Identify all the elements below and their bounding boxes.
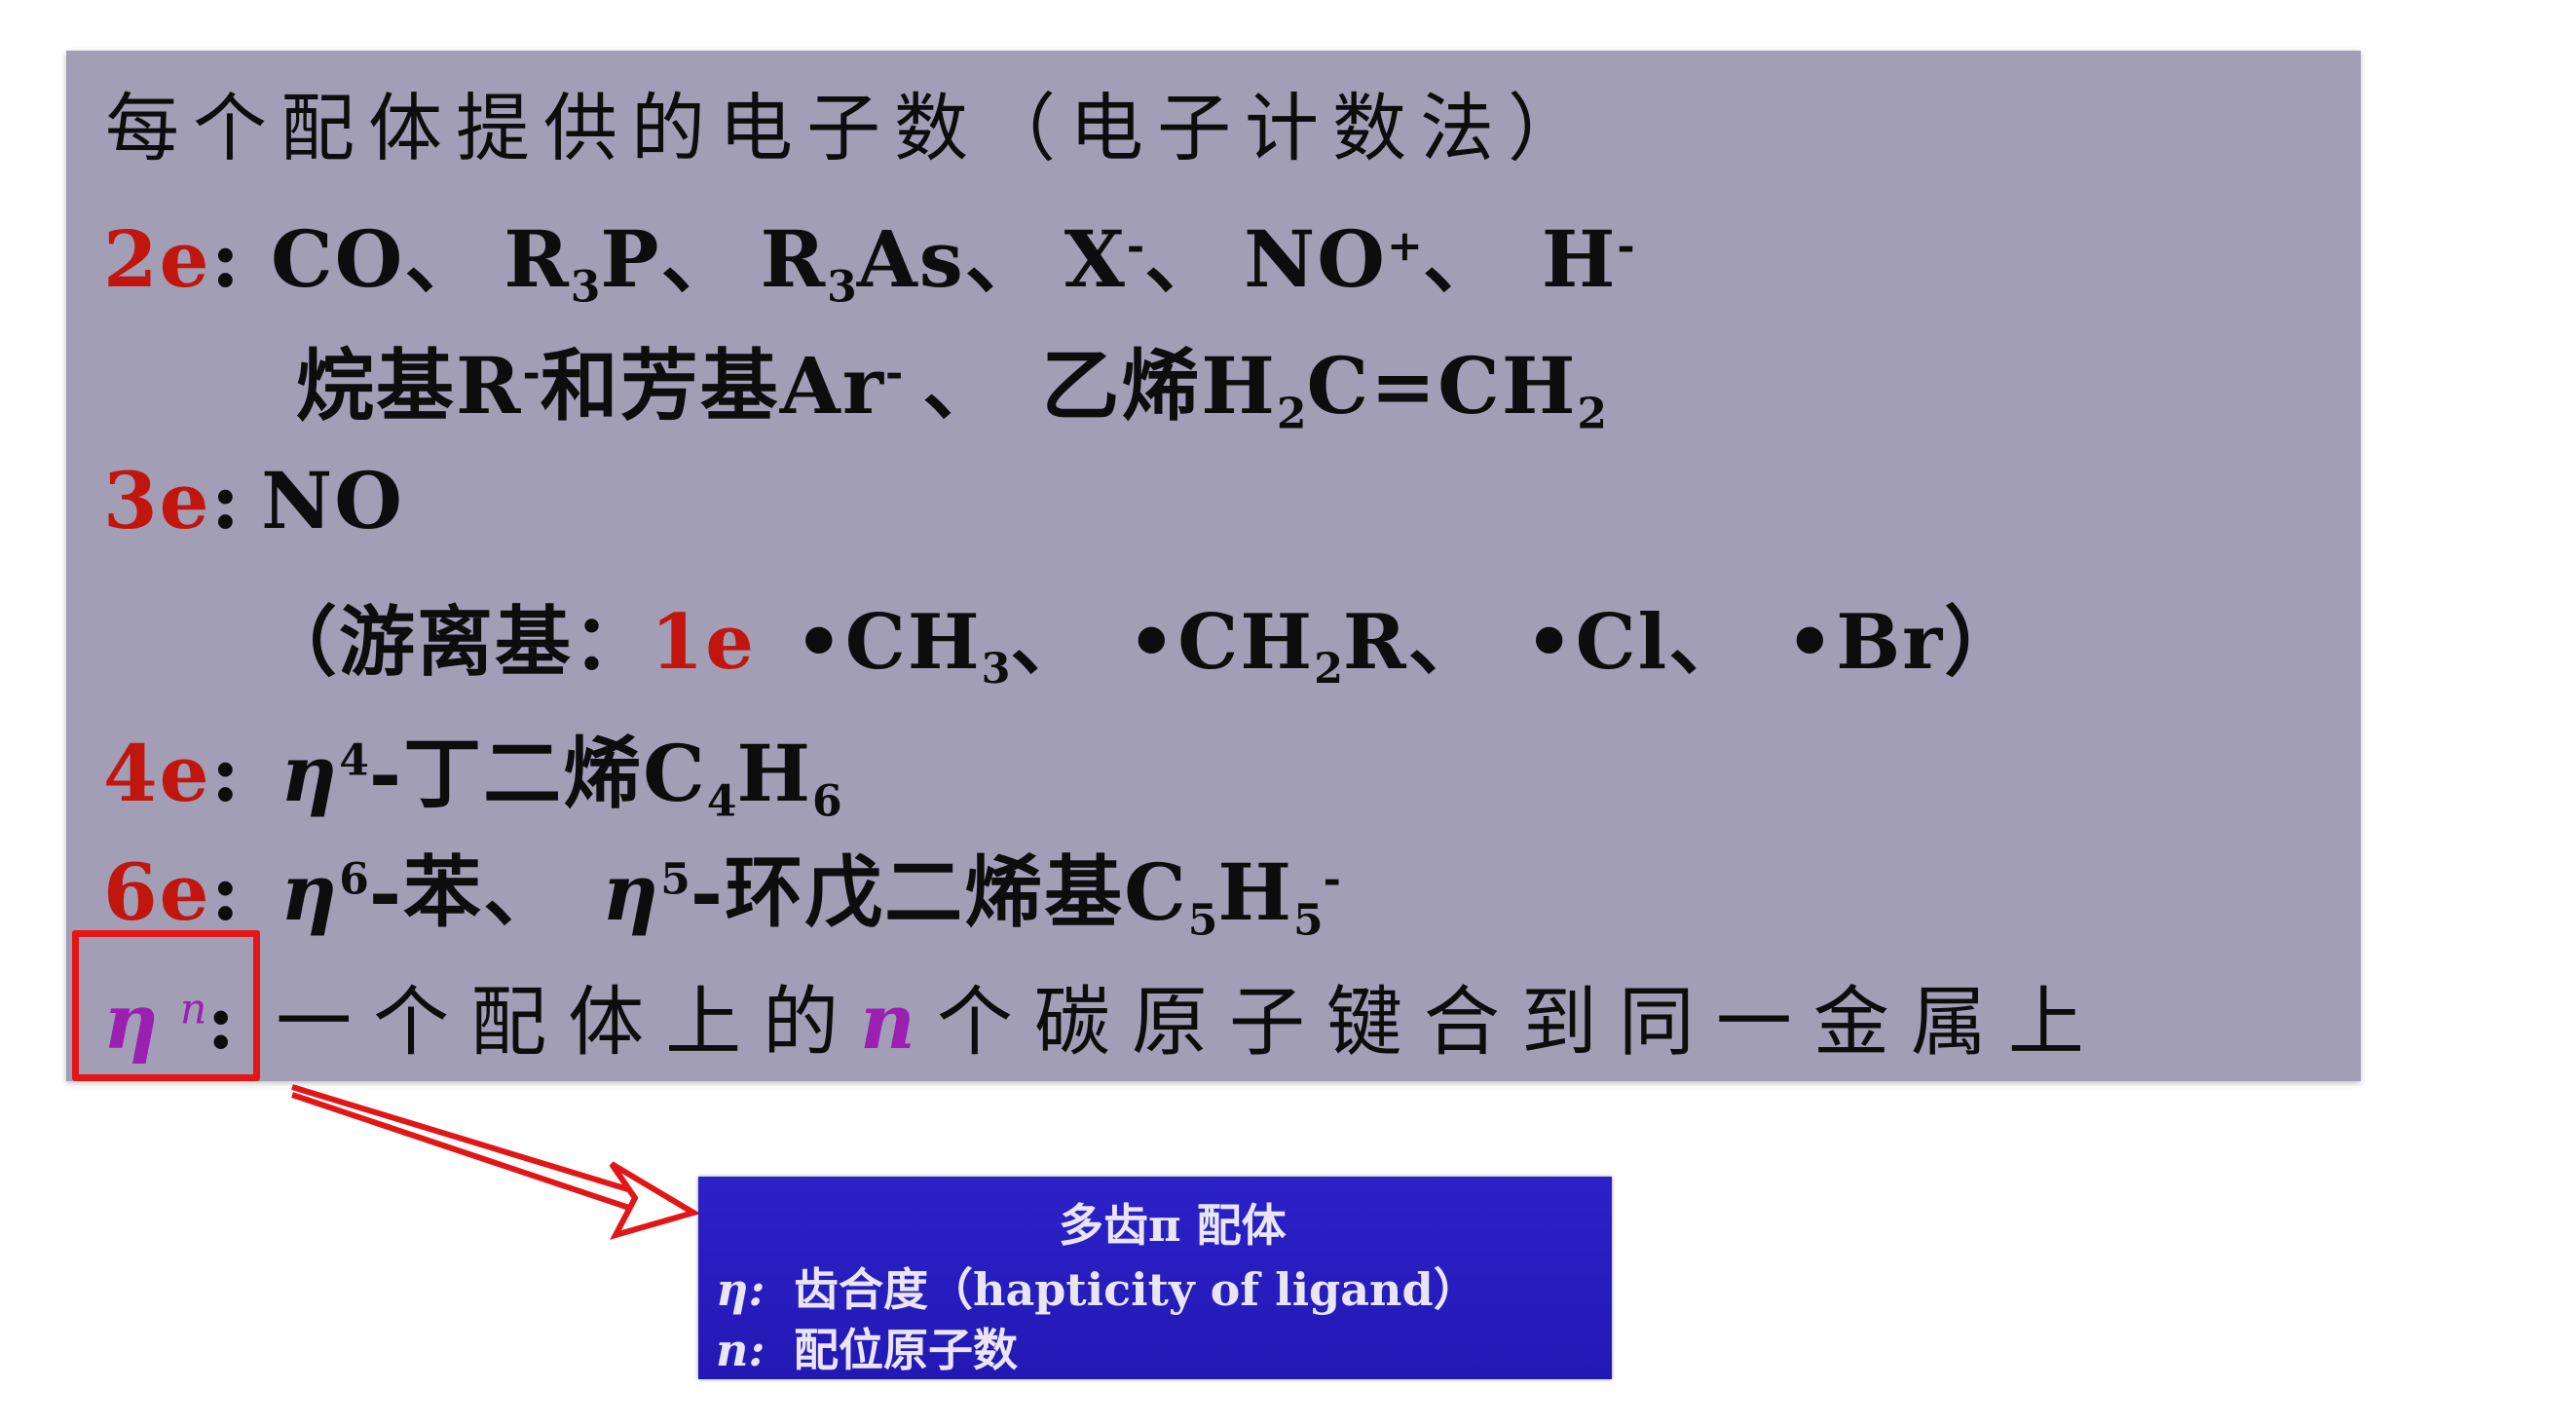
colon: : (210, 213, 243, 305)
radical-ch3: •CH3 (794, 598, 1011, 694)
separator: 、 (1144, 213, 1225, 305)
alkyl-text: 烷基R (296, 340, 523, 431)
radical-ch2r: •CH2R (1127, 598, 1408, 694)
n-variable: n (860, 978, 937, 1067)
separator: 、 (1668, 598, 1747, 687)
info-callout-box: 多齿π 配体 η: 齿合度（hapticity of ligand） n: 配位原子… (698, 1177, 1612, 1379)
aryl-text: 和芳基Ar (540, 340, 885, 431)
eta-symbol: η (280, 846, 340, 938)
highlight-box (72, 930, 260, 1081)
butadiene-text: -丁二烯C (368, 728, 707, 819)
radical-close: ） (1944, 598, 2023, 687)
hapticity-definition: 齿合度（hapticity of ligand） (794, 1263, 1478, 1316)
cp-sub1: 5 (1187, 895, 1218, 946)
row-radicals: （游离基：1e •CH3、 •CH2R、 •Cl、 •Br） (261, 581, 2022, 694)
lecture-slide: 每个配体提供的电子数（电子计数法） 2e: CO、 R3P、 R3As、 X-、 NO+… (66, 51, 2361, 1081)
aryl-sup: - (884, 348, 904, 398)
benzene-text: -苯 (368, 846, 484, 938)
info-title: 多齿π 配体 (1059, 1199, 1287, 1252)
slide-title: 每个配体提供的电子数（电子计数法） (105, 85, 1595, 171)
label-3e: 3e (103, 455, 211, 546)
cp-sup: - (1323, 854, 1341, 905)
butadiene-sub1: 4 (706, 776, 737, 827)
eta-n-text-end: 个碳原子键合到同一金属上 (936, 979, 2106, 1067)
separator: 、 (404, 213, 485, 305)
ethylene-text: 乙烯H (1041, 340, 1277, 431)
row-2e-continued: 烷基R-和芳基Ar-、乙烯H2C=CH2 (296, 323, 1607, 438)
ethylene-sub2: 2 (1577, 389, 1608, 439)
row-6e: 6e: η6-苯、 η5-环戊二烯基C5H5- (103, 830, 1341, 945)
eta-n-text-start: 一个配体上的 (276, 979, 861, 1067)
row-4e: 4e: η4-丁二烯C4H6 (103, 711, 842, 826)
n-key: n: (716, 1324, 765, 1376)
butadiene-sub2: 6 (811, 776, 842, 827)
colon: : (210, 455, 243, 546)
eta-key: η: (716, 1263, 765, 1316)
ligand-nitrosyl-cation: NO+ (1244, 213, 1423, 305)
radical-br: •Br (1785, 598, 1945, 687)
ligand-r3p: R3P (504, 213, 661, 313)
radical-cl: •Cl (1524, 598, 1669, 687)
ligand-co: CO (270, 213, 405, 305)
eta-symbol: η (602, 846, 661, 938)
label-1e: 1e (651, 598, 756, 687)
separator: 、 (964, 213, 1045, 305)
row-eta-n: ηn: 一个配体上的n个碳原子键合到同一金属上 (103, 961, 2106, 1070)
separator: 、 (483, 846, 564, 938)
ligand-halide: X- (1064, 213, 1145, 305)
cp-sub2: 5 (1292, 895, 1324, 946)
colon: : (210, 728, 243, 819)
ethylene-sub: 2 (1276, 389, 1307, 439)
ethylene-mid: C=CH (1306, 340, 1578, 431)
alkyl-sup: - (522, 348, 541, 398)
info-row-hapticity: η: 齿合度（hapticity of ligand） (716, 1255, 1478, 1319)
separator: 、 (1010, 598, 1089, 687)
separator: 、 (660, 213, 741, 305)
eta-sup: 4 (339, 735, 369, 786)
ligand-hydride: H- (1541, 213, 1635, 305)
colon: : (210, 846, 243, 938)
label-2e: 2e (103, 213, 211, 305)
eta-symbol: η (280, 728, 340, 819)
butadiene-mid: H (736, 728, 812, 819)
eta-sup: 5 (660, 854, 691, 905)
cyclopentadienyl-text: -环戊二烯基C (690, 846, 1188, 938)
separator: 、 (1422, 213, 1503, 305)
radical-heading: （游离基： (261, 598, 652, 687)
separator: 、 (922, 340, 1003, 431)
label-6e: 6e (103, 846, 211, 938)
n-definition: 配位原子数 (794, 1324, 1018, 1376)
ligand-r3as: R3As (760, 213, 965, 313)
info-row-n: n: 配位原子数 (716, 1315, 1018, 1379)
eta-sup: 6 (339, 854, 369, 905)
label-4e: 4e (103, 728, 211, 819)
row-2e: 2e: CO、 R3P、 R3As、 X-、 NO+、 H- (103, 197, 1635, 312)
separator: 、 (1407, 598, 1486, 687)
cp-mid: H (1217, 846, 1293, 938)
ligand-no: NO (261, 455, 404, 546)
row-3e: 3e: NO (103, 455, 404, 546)
